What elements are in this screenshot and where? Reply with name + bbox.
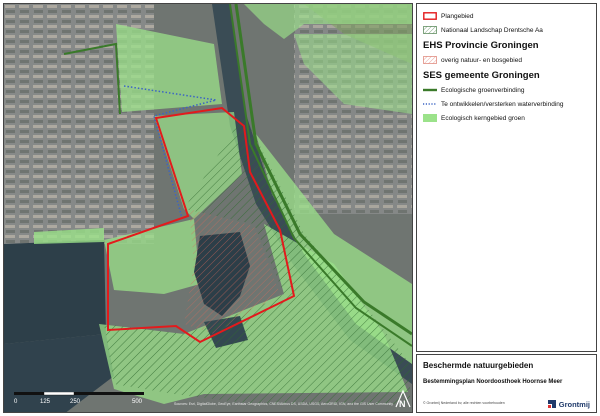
legend-label-groenverbinding: Ecologische groenverbinding <box>441 86 525 94</box>
waterverbinding-symbol <box>423 103 437 105</box>
legend-item-nationaal-landschap: Nationaal Landschap Drentsche Aa <box>423 26 543 34</box>
north-arrow-icon: N <box>394 387 412 409</box>
map-subtitle: Bestemmingsplan Noordoosthoek Hoornse Me… <box>423 379 563 385</box>
legend-panel: Plangebied Nationaal Landschap Drentsche… <box>416 3 597 352</box>
legend-heading-ehs: EHS Provincie Groningen <box>423 40 539 51</box>
north-label: N <box>399 399 406 409</box>
legend-label-kerngebied: Ecologisch kerngebied groen <box>441 114 525 122</box>
legend-item-plangebied: Plangebied <box>423 12 474 20</box>
legend-item-groenverbinding: Ecologische groenverbinding <box>423 86 524 94</box>
scale-label-500: 500 <box>132 399 143 405</box>
legend-heading-ses: SES gemeente Groningen <box>423 70 540 81</box>
nationaal-landschap-symbol <box>423 26 437 34</box>
overig-natuur-symbol <box>423 56 437 64</box>
legend-item-waterverbinding: Te ontwikkelen/versterken waterverbindin… <box>423 100 563 108</box>
scale-label-250: 250 <box>70 399 81 405</box>
legend-label-nationaal-landschap: Nationaal Landschap Drentsche Aa <box>441 26 543 34</box>
grontmij-logo-icon <box>547 400 556 408</box>
company-name: Grontmij <box>558 399 590 409</box>
copyright-note: © Grontmij Nederland bv, alle rechten vo… <box>423 401 505 405</box>
plangebied-symbol <box>423 12 437 20</box>
kerngebied-symbol <box>423 114 437 122</box>
legend-label-overig-natuur: overig natuur- en bosgebied <box>441 56 522 64</box>
aerial-map <box>4 4 412 412</box>
lake-water <box>4 240 106 344</box>
legend-label-plangebied: Plangebied <box>441 12 474 20</box>
legend-item-overig-natuur: overig natuur- en bosgebied <box>423 56 522 64</box>
title-block: Beschermde natuurgebieden Bestemmingspla… <box>416 354 597 413</box>
map-view[interactable]: 0 125 250 500 Sources: Esri, DigitalGlob… <box>3 3 413 413</box>
company-logo: Grontmij <box>547 399 590 409</box>
scale-label-125: 125 <box>40 399 51 405</box>
scale-bar: 0 125 250 500 <box>14 391 144 410</box>
legend-item-kerngebied: Ecologisch kerngebied groen <box>423 114 525 122</box>
legend-label-waterverbinding: Te ontwikkelen/versterken waterverbindin… <box>441 100 564 108</box>
map-copyright: Sources: Esri, DigitalGlobe, GeoEye, Ear… <box>174 402 394 406</box>
groenverbinding-symbol <box>423 88 437 92</box>
map-title: Beschermde natuurgebieden <box>423 361 534 370</box>
scale-label-0: 0 <box>14 399 18 405</box>
